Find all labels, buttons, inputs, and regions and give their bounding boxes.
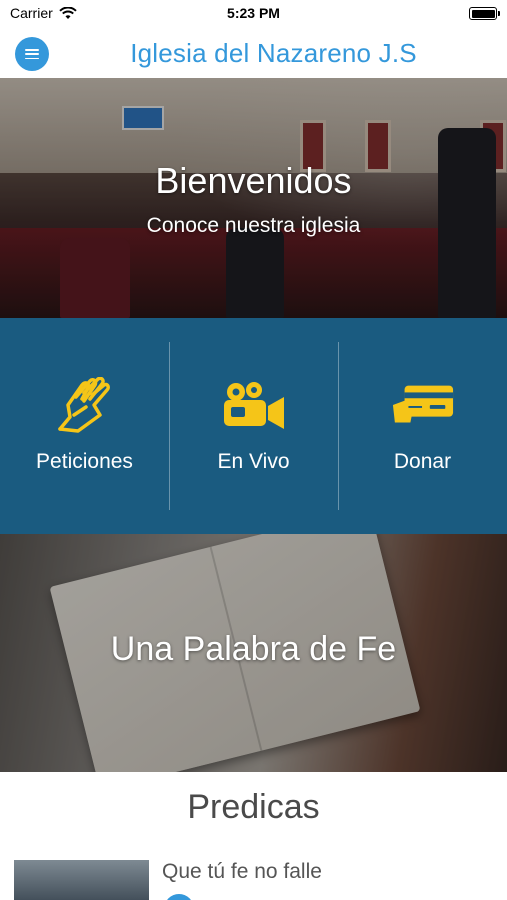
hero-title: Bienvenidos	[155, 160, 352, 201]
palabra-de-fe-banner[interactable]: Una Palabra de Fe	[0, 534, 507, 772]
en-vivo-label: En Vivo	[217, 450, 290, 473]
peticiones-label: Peticiones	[36, 450, 133, 473]
app-header: Iglesia del Nazareno J.S	[0, 28, 507, 78]
menu-button[interactable]	[15, 37, 49, 71]
status-bar: Carrier 5:23 PM	[0, 0, 507, 28]
predicas-heading: Predicas	[187, 788, 320, 826]
hero-banner[interactable]: Bienvenidos Conoce nuestra iglesia	[0, 78, 507, 318]
en-vivo-button[interactable]: En Vivo	[169, 318, 338, 534]
credit-card-icon	[391, 376, 455, 436]
donar-button[interactable]: Donar	[338, 318, 507, 534]
sermon-title: Que tú fe no falle	[162, 860, 322, 883]
sermon-thumbnail	[14, 860, 149, 900]
app-title: Iglesia del Nazareno J.S	[130, 38, 417, 68]
status-time: 5:23 PM	[227, 5, 280, 21]
donar-label: Donar	[393, 450, 452, 473]
praying-hands-icon	[53, 376, 117, 436]
battery-icon	[469, 7, 500, 20]
quick-actions-panel: Peticiones En Vivo Donar	[0, 318, 507, 534]
peticiones-button[interactable]: Peticiones	[0, 318, 169, 534]
hero-subtitle: Conoce nuestra iglesia	[146, 214, 361, 237]
hamburger-menu-icon	[25, 49, 39, 59]
palabra-de-fe-title: Una Palabra de Fe	[110, 630, 397, 668]
sermon-list-item[interactable]: Que tú fe no falle	[14, 858, 494, 900]
play-icon[interactable]	[164, 894, 194, 900]
video-camera-icon	[222, 376, 286, 436]
